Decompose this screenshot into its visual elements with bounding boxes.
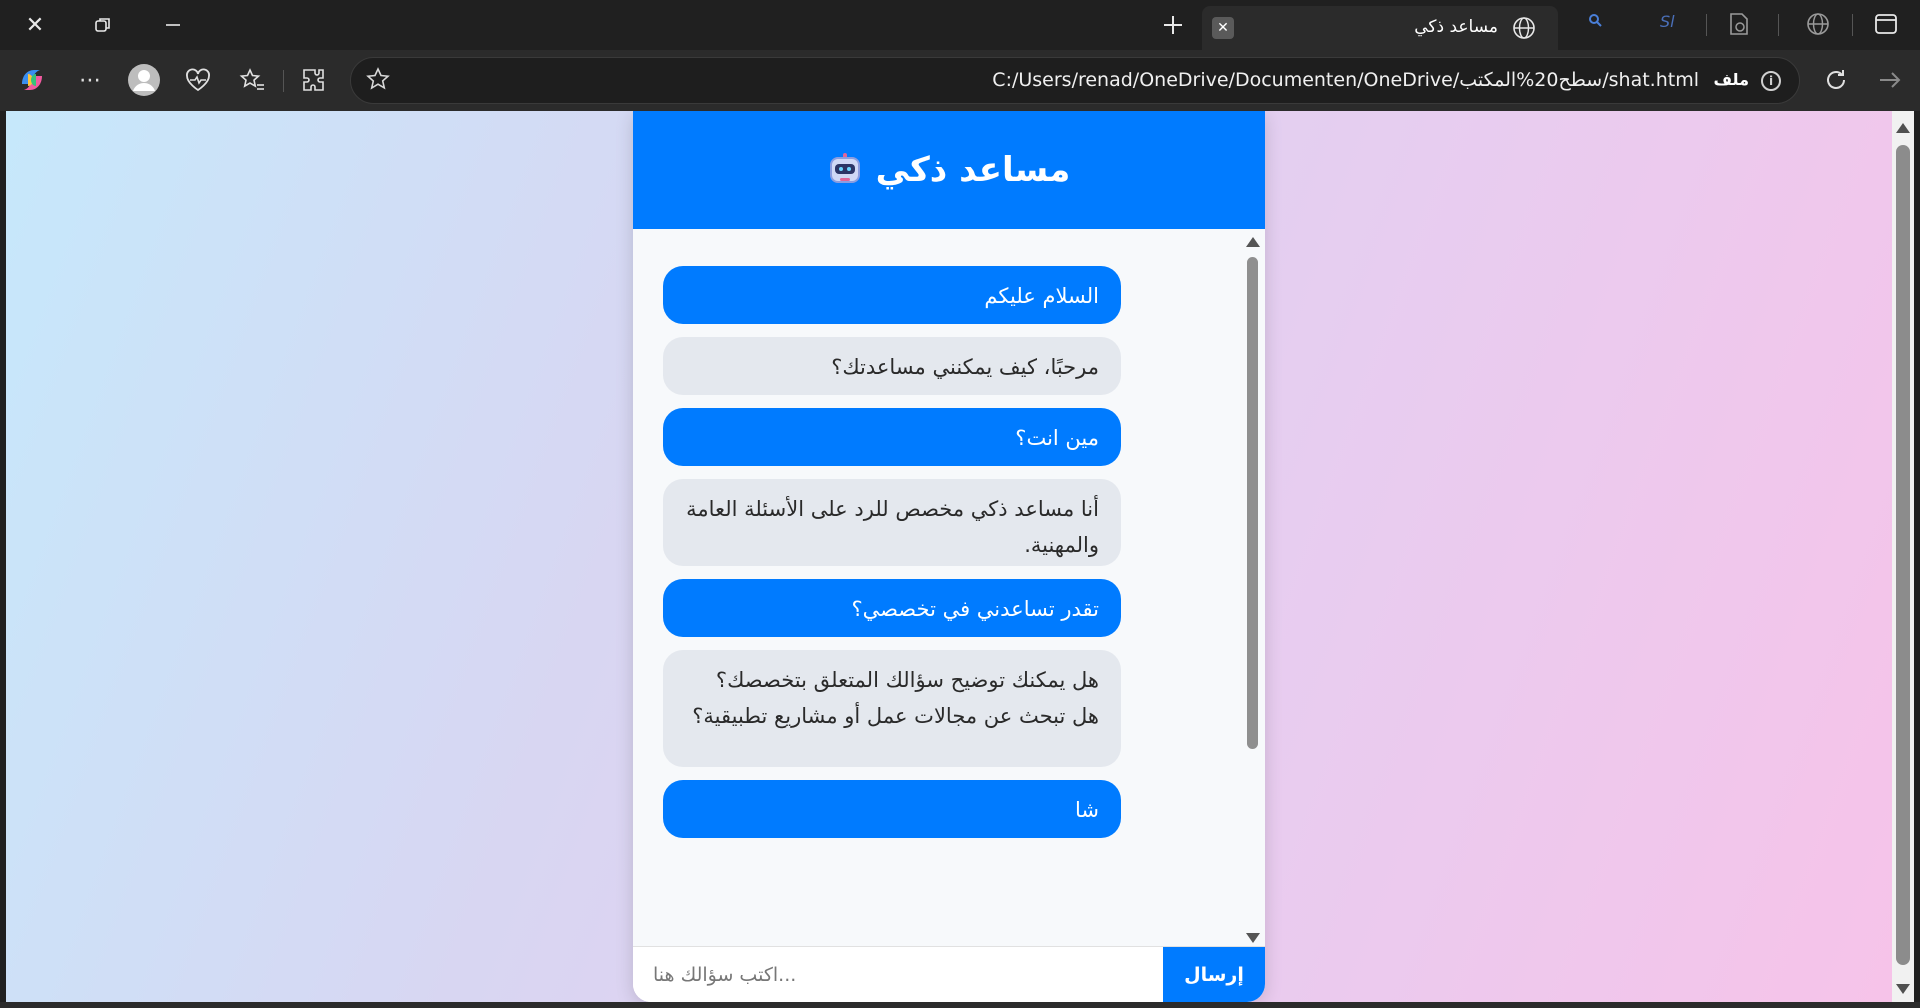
- page-scroll-down-icon[interactable]: [1896, 984, 1910, 994]
- browser-titlebar: ✕ ✕ مساعد ذكي Sl: [0, 0, 1920, 50]
- scroll-thumb[interactable]: [1247, 257, 1258, 749]
- tab-separator: [1706, 14, 1707, 36]
- robot-icon: [828, 153, 862, 187]
- chat-header: مساعد ذكي: [633, 111, 1265, 229]
- more-options-icon[interactable]: ⋯: [72, 62, 108, 98]
- minimize-window-icon[interactable]: [148, 0, 198, 50]
- page-scroll-up-icon[interactable]: [1896, 123, 1910, 133]
- user-message: السلام عليكم: [663, 266, 1121, 324]
- refresh-icon[interactable]: [1818, 62, 1854, 98]
- chat-messages[interactable]: السلام عليكم مرحبًا، كيف يمكنني مساعدتك؟…: [633, 229, 1265, 946]
- globe-icon: [1512, 16, 1536, 44]
- restore-window-icon[interactable]: [78, 0, 128, 50]
- toolbar-separator: [283, 70, 284, 92]
- chat-scrollbar[interactable]: [1245, 231, 1261, 943]
- tab-separator: [1852, 14, 1853, 36]
- forward-icon[interactable]: [1872, 62, 1908, 98]
- bot-message: أنا مساعد ذكي مخصص للرد على الأسئلة العا…: [663, 479, 1121, 566]
- favorites-icon[interactable]: [234, 62, 270, 98]
- page-scrollbar[interactable]: [1892, 111, 1914, 1002]
- copilot-icon[interactable]: [14, 62, 50, 98]
- inactive-tab-label[interactable]: Sl: [1660, 12, 1675, 31]
- globe-tab-icon[interactable]: [1806, 12, 1830, 40]
- active-tab[interactable]: ✕ مساعد ذكي: [1202, 6, 1558, 50]
- user-message: مين انت؟: [663, 408, 1121, 466]
- close-window-icon[interactable]: ✕: [10, 0, 60, 50]
- scroll-down-icon[interactable]: [1246, 933, 1260, 943]
- url-text[interactable]: C:/Users/renad/OneDrive/Documenten/OneDr…: [992, 69, 1699, 91]
- chat-widget: مساعد ذكي السلام عليكم مرحبًا، كيف يمكنن…: [633, 111, 1265, 1002]
- search-tab-icon[interactable]: [1588, 12, 1602, 31]
- user-message: شا: [663, 780, 1121, 838]
- browser-essentials-icon[interactable]: [180, 62, 216, 98]
- chat-input-row: إرسال: [633, 946, 1265, 1002]
- file-tab-icon[interactable]: [1728, 12, 1750, 40]
- question-input[interactable]: [633, 947, 1163, 1002]
- sidebar-toggle-icon[interactable]: [1874, 12, 1898, 40]
- profile-avatar-icon[interactable]: [126, 62, 162, 98]
- file-protocol-label: ملف: [1713, 70, 1750, 89]
- site-info-icon[interactable]: i: [1761, 71, 1781, 91]
- page-scroll-thumb[interactable]: [1896, 145, 1910, 965]
- tab-separator: [1778, 14, 1779, 36]
- new-tab-icon[interactable]: [1148, 0, 1198, 50]
- add-favorite-icon[interactable]: [365, 66, 391, 98]
- extensions-icon[interactable]: [296, 62, 332, 98]
- tab-close-icon[interactable]: ✕: [1212, 17, 1234, 39]
- address-bar[interactable]: C:/Users/renad/OneDrive/Documenten/OneDr…: [350, 57, 1800, 104]
- bot-message: مرحبًا، كيف يمكنني مساعدتك؟: [663, 337, 1121, 395]
- scroll-up-icon[interactable]: [1246, 237, 1260, 247]
- window-bottom-edge: [0, 1002, 1920, 1008]
- tab-title: مساعد ذكي: [1414, 17, 1498, 37]
- chat-title: مساعد ذكي: [875, 150, 1071, 190]
- bot-message: هل يمكنك توضيح سؤالك المتعلق بتخصصك؟ هل …: [663, 650, 1121, 767]
- send-button[interactable]: إرسال: [1163, 947, 1265, 1002]
- page-viewport: مساعد ذكي السلام عليكم مرحبًا، كيف يمكنن…: [6, 111, 1892, 1002]
- user-message: تقدر تساعدني في تخصصي؟: [663, 579, 1121, 637]
